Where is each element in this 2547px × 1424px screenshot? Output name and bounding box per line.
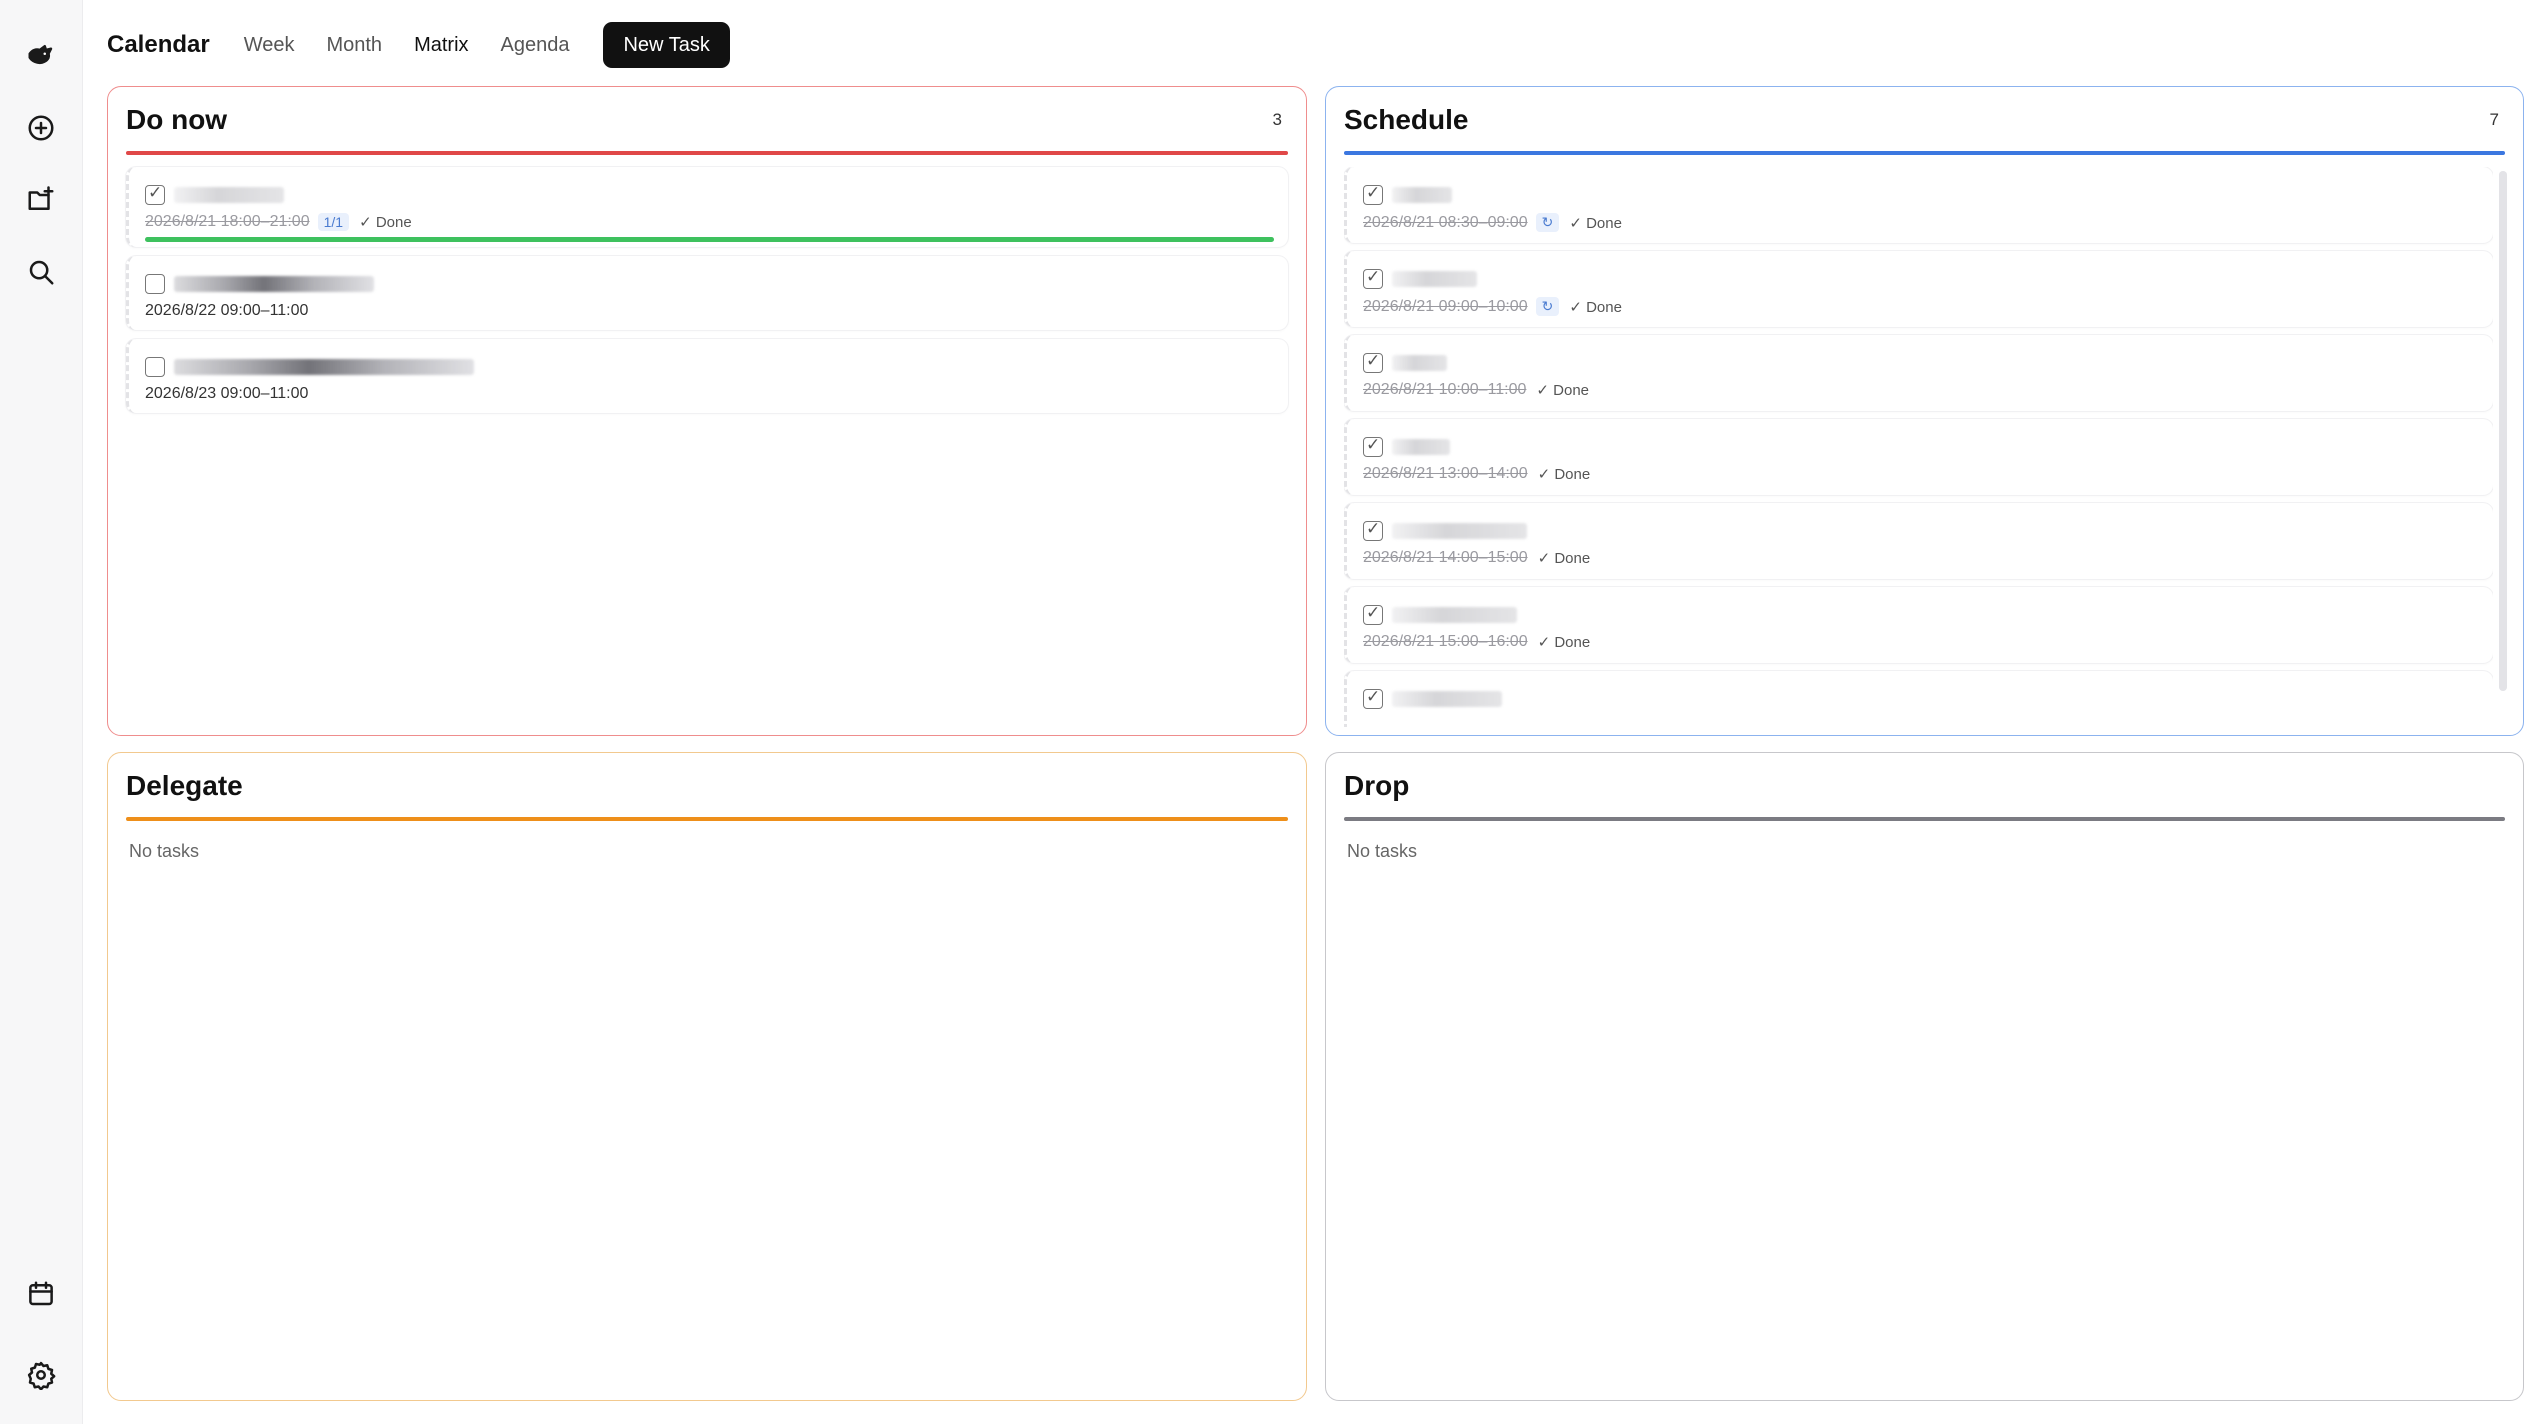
quadrant-divider — [126, 151, 1288, 155]
task-meta: 2026/8/21 08:30–09:00 ↻ ✓ Done — [1363, 213, 1622, 232]
logo-icon[interactable] — [22, 36, 60, 74]
quadrant-title: Delegate — [126, 770, 243, 801]
done-label: ✓ Done — [1537, 550, 1591, 567]
task-date: 2026/8/21 13:00–14:00 — [1363, 465, 1528, 482]
task-checkbox[interactable] — [1363, 435, 1383, 457]
page-title: Calendar — [107, 31, 210, 58]
done-label: ✓ Done — [1536, 382, 1590, 399]
done-label: ✓ Done — [1569, 298, 1622, 316]
quadrant-title: Schedule — [1344, 104, 1469, 135]
new-task-button[interactable]: New Task — [603, 22, 730, 68]
task-date: 2026/8/21 15:00–16:00 — [1363, 633, 1528, 650]
task-meta: 2026/8/21 15:00–16:00 ✓ Done — [1363, 633, 1590, 651]
task-count: 3 — [1272, 110, 1282, 129]
done-label: ✓ Done — [1569, 214, 1622, 232]
task-checkbox[interactable] — [145, 274, 165, 294]
task-name-redacted — [1392, 187, 1452, 203]
task-name-redacted — [1392, 439, 1450, 455]
quadrant-header: Drop — [1344, 770, 2505, 809]
task-name-redacted — [174, 276, 374, 292]
task-checkbox[interactable] — [1363, 267, 1383, 289]
task-date: 2026/8/21 08:30–09:00 — [1363, 213, 1528, 231]
add-circle-icon[interactable] — [22, 109, 60, 147]
quadrant-title: Drop — [1344, 770, 1410, 801]
task-meta: 2026/8/21 09:00–10:00 ↻ ✓ Done — [1363, 297, 1622, 316]
task-name-redacted — [1392, 523, 1527, 539]
task-date: 2026/8/22 09:00–11:00 — [145, 302, 309, 319]
scrollbar-thumb[interactable] — [2499, 171, 2507, 691]
task-count: 7 — [2489, 110, 2499, 129]
task-date: 2026/8/23 09:00–11:00 — [145, 385, 309, 402]
task-meta: 2026/8/21 13:00–14:00 ✓ Done — [1363, 465, 1590, 483]
task-card[interactable]: 2026/8/21 09:00–10:00 ↻ ✓ Done — [1344, 251, 2493, 327]
task-name-redacted — [1392, 607, 1517, 623]
task-date: 2026/8/21 09:00–10:00 — [1363, 297, 1528, 315]
quadrant-divider — [126, 817, 1288, 821]
empty-state: No tasks — [129, 841, 200, 861]
task-checkbox[interactable] — [1363, 603, 1383, 625]
task-date: 2026/8/21 14:00–15:00 — [1363, 549, 1528, 566]
task-checkbox[interactable] — [145, 357, 165, 377]
tab-matrix[interactable]: Matrix — [414, 34, 468, 57]
tab-week[interactable]: Week — [244, 34, 295, 57]
done-label: ✓ Done — [1537, 634, 1591, 651]
task-meta: 2026/8/21 18:00–21:00 1/1 ✓ Done — [145, 213, 412, 231]
done-label: ✓ Done — [1537, 466, 1591, 483]
progress-bar — [145, 237, 1274, 242]
task-list: 2026/8/21 18:00–21:00 1/1 ✓ Done 2026/8/… — [126, 167, 1288, 422]
task-card[interactable] — [1344, 671, 2493, 727]
quadrant-divider — [1344, 817, 2505, 821]
add-folder-icon[interactable] — [22, 181, 60, 219]
task-meta: 2026/8/23 09:00–11:00 — [145, 385, 308, 403]
task-list: 2026/8/21 08:30–09:00 ↻ ✓ Done 2026/8/21… — [1344, 167, 2493, 727]
subtask-badge: 1/1 — [317, 213, 350, 231]
sidebar — [0, 0, 83, 1424]
task-card[interactable]: 2026/8/22 09:00–11:00 — [126, 256, 1288, 330]
task-card[interactable]: 2026/8/21 08:30–09:00 ↻ ✓ Done — [1344, 167, 2493, 243]
settings-icon[interactable] — [22, 1356, 60, 1394]
quadrant-header: Do now 3 — [126, 104, 1288, 143]
task-checkbox[interactable] — [1363, 183, 1383, 205]
task-checkbox[interactable] — [1363, 519, 1383, 541]
quadrant-header: Schedule 7 — [1344, 104, 2505, 143]
task-name-redacted — [174, 187, 284, 203]
quadrant-drop: Drop No tasks — [1325, 752, 2524, 1401]
task-name-redacted — [1392, 355, 1447, 371]
calendar-icon[interactable] — [22, 1275, 60, 1313]
task-date: 2026/8/21 18:00–21:00 — [145, 213, 310, 230]
scrollbar[interactable] — [2499, 171, 2507, 691]
task-card[interactable]: 2026/8/21 15:00–16:00 ✓ Done — [1344, 587, 2493, 663]
top-bar: Calendar Week Month Matrix Agenda New Ta… — [107, 22, 730, 68]
task-card[interactable]: 2026/8/21 13:00–14:00 ✓ Done — [1344, 419, 2493, 495]
task-meta: 2026/8/22 09:00–11:00 — [145, 302, 308, 320]
empty-state: No tasks — [1347, 841, 1418, 861]
task-card[interactable]: 2026/8/21 14:00–15:00 ✓ Done — [1344, 503, 2493, 579]
task-card[interactable]: 2026/8/21 10:00–11:00 ✓ Done — [1344, 335, 2493, 411]
tab-month[interactable]: Month — [326, 34, 382, 57]
quadrant-delegate: Delegate No tasks — [107, 752, 1307, 1401]
task-checkbox[interactable] — [1363, 351, 1383, 373]
done-label: ✓ Done — [359, 214, 412, 231]
task-card[interactable]: 2026/8/21 18:00–21:00 1/1 ✓ Done — [126, 167, 1288, 247]
quadrant-title: Do now — [126, 104, 228, 135]
task-checkbox[interactable] — [145, 183, 165, 205]
quadrant-header: Delegate — [126, 770, 1288, 809]
task-card[interactable]: 2026/8/23 09:00–11:00 — [126, 339, 1288, 413]
search-icon[interactable] — [22, 253, 60, 291]
task-meta: 2026/8/21 10:00–11:00 ✓ Done — [1363, 381, 1589, 399]
task-name-redacted — [1392, 271, 1477, 287]
task-date: 2026/8/21 10:00–11:00 — [1363, 381, 1527, 398]
task-name-redacted — [174, 359, 474, 375]
progress-fill — [145, 237, 1274, 242]
task-checkbox[interactable] — [1363, 687, 1383, 709]
tab-agenda[interactable]: Agenda — [501, 34, 570, 57]
task-name-redacted — [1392, 691, 1502, 707]
quadrant-divider — [1344, 151, 2505, 155]
quadrant-do-now: Do now 3 2026/8/21 18:00–21:00 1/1 ✓ Don… — [107, 86, 1307, 736]
quadrant-schedule: Schedule 7 2026/8/21 08:30–09:00 ↻ ✓ Don… — [1325, 86, 2524, 736]
repeat-icon: ↻ — [1535, 213, 1560, 232]
task-meta: 2026/8/21 14:00–15:00 ✓ Done — [1363, 549, 1590, 567]
repeat-icon: ↻ — [1535, 297, 1560, 316]
